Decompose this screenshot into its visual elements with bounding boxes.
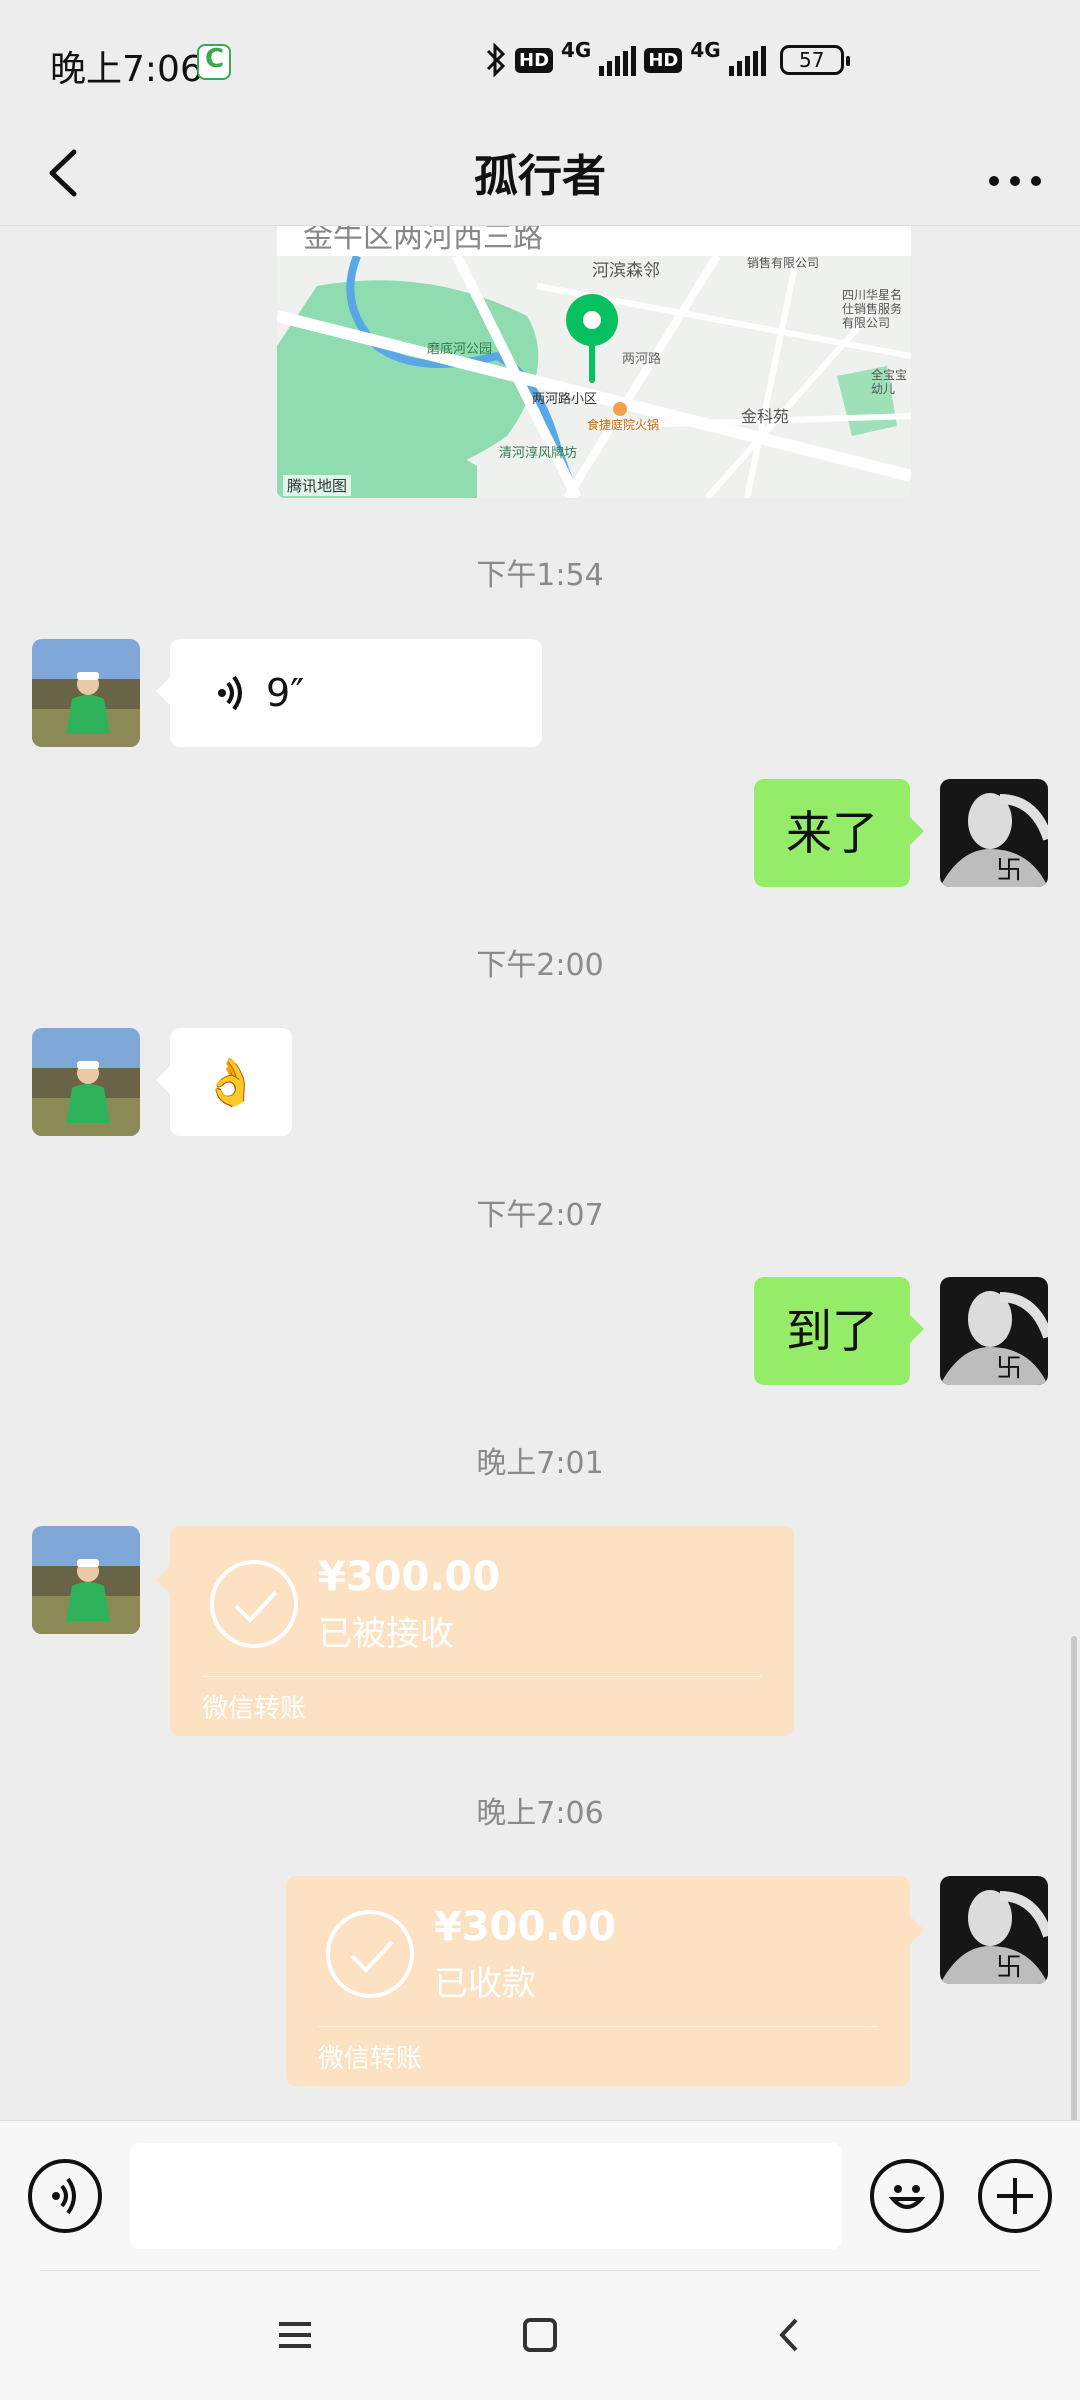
signal-icon-2 bbox=[728, 44, 766, 76]
status-bar: 晚上7:06 HD 4G HD 4G 57 bbox=[0, 0, 1080, 120]
voice-play-icon bbox=[218, 675, 242, 711]
voice-icon bbox=[52, 2177, 76, 2215]
check-icon bbox=[210, 1560, 298, 1648]
network-type-2: 4G bbox=[690, 38, 721, 62]
check-icon bbox=[326, 1910, 414, 1998]
map-label-restaurant: 食捷庭院火锅 bbox=[587, 418, 660, 432]
network-type: 4G bbox=[561, 38, 592, 62]
scrollbar[interactable] bbox=[1071, 1636, 1077, 2120]
time-label: 下午2:00 bbox=[476, 948, 604, 983]
more-button[interactable] bbox=[980, 140, 1050, 210]
map-label-company: 四川华星名仕销售服务有限公司 bbox=[842, 288, 903, 330]
time-label: 晚上7:01 bbox=[476, 1446, 604, 1481]
transfer-label: 微信转账 bbox=[318, 2044, 423, 2074]
input-bar bbox=[0, 2120, 1080, 2270]
divider bbox=[40, 2270, 1040, 2271]
app-notification-icon bbox=[197, 44, 231, 80]
battery-icon: 57 bbox=[779, 45, 850, 75]
my-avatar[interactable]: 卐 bbox=[940, 1277, 1048, 1385]
time-label: 下午2:07 bbox=[476, 1198, 604, 1233]
hd-badge: HD bbox=[515, 47, 554, 73]
contact-avatar[interactable] bbox=[32, 639, 140, 747]
status-time: 晚上7:06 bbox=[50, 49, 203, 90]
transfer-card[interactable]: ¥300.00 已被接收 微信转账 bbox=[156, 1526, 794, 1736]
transfer-label: 微信转账 bbox=[202, 1694, 307, 1724]
map-address: 金牛区两河西三路 bbox=[277, 226, 911, 256]
more-dots-icon bbox=[989, 176, 1041, 186]
message-input[interactable] bbox=[130, 2143, 842, 2249]
nav-back-icon bbox=[779, 2318, 798, 2352]
menu-button[interactable] bbox=[270, 2310, 320, 2360]
transfer-status: 已被接收 bbox=[318, 1614, 454, 1654]
map-label-park: 磨底河公园 bbox=[427, 342, 493, 357]
map-label-road: 两河路 bbox=[622, 352, 662, 367]
emoji-button[interactable] bbox=[870, 2159, 944, 2233]
chat-header: 孤行者 bbox=[0, 120, 1080, 226]
status-indicators: HD 4G HD 4G 57 bbox=[485, 38, 850, 82]
bluetooth-icon bbox=[486, 42, 506, 78]
voice-message[interactable]: 9″ bbox=[156, 639, 542, 747]
divider bbox=[202, 1676, 762, 1677]
signal-icon bbox=[599, 44, 637, 76]
map-label-kindergarten: 全宝宝幼儿 bbox=[871, 368, 908, 396]
map-label-sales: 销售有限公司 bbox=[747, 256, 820, 270]
map-label-jinkeyuan: 金科苑 bbox=[741, 407, 790, 426]
my-text-message[interactable]: 到了 bbox=[754, 1277, 924, 1385]
chat-messages[interactable]: 金牛区两河西三路 河滨森邻 磨底河公园 两河路 两河路小区 食捷庭院火锅 金科苑… bbox=[0, 226, 1080, 2120]
my-avatar[interactable]: 卐 bbox=[940, 1876, 1048, 1984]
plus-icon bbox=[997, 2178, 1033, 2214]
map-label-community: 两河路小区 bbox=[532, 392, 598, 407]
transfer-amount: ¥300.00 bbox=[318, 1554, 501, 1600]
svg-text:卐: 卐 bbox=[996, 1953, 1022, 1983]
transfer-card[interactable]: ¥300.00 已收款 微信转账 bbox=[286, 1876, 924, 2086]
menu-icon bbox=[279, 2322, 311, 2348]
map-label-river: 河滨森邻 bbox=[592, 261, 660, 281]
emoji-icon bbox=[888, 2185, 926, 2209]
map-label-qinghe: 清河淳风牌坊 bbox=[499, 446, 578, 461]
my-avatar[interactable]: 卐 bbox=[940, 779, 1048, 887]
contact-avatar[interactable] bbox=[32, 1028, 140, 1136]
my-text-message[interactable]: 来了 bbox=[754, 779, 924, 887]
contact-avatar[interactable] bbox=[32, 1526, 140, 1634]
home-button[interactable] bbox=[515, 2310, 565, 2360]
nav-back-button[interactable] bbox=[766, 2310, 816, 2360]
svg-text:卐: 卐 bbox=[996, 1354, 1022, 1384]
emoji-message[interactable]: 👌 bbox=[156, 1028, 292, 1136]
map-credit: 腾讯地图 bbox=[283, 475, 352, 496]
svg-text:卐: 卐 bbox=[996, 856, 1022, 886]
plus-button[interactable] bbox=[978, 2159, 1052, 2233]
hd-badge-2: HD bbox=[644, 47, 683, 73]
chat-title: 孤行者 bbox=[474, 151, 606, 202]
voice-duration: 9″ bbox=[266, 671, 305, 715]
transfer-status: 已收款 bbox=[434, 1964, 536, 2004]
time-label: 下午1:54 bbox=[476, 558, 604, 593]
home-icon bbox=[523, 2318, 557, 2352]
divider bbox=[318, 2026, 878, 2027]
time-label: 晚上7:06 bbox=[476, 1796, 604, 1831]
transfer-amount: ¥300.00 bbox=[434, 1904, 617, 1950]
voice-input-button[interactable] bbox=[28, 2159, 102, 2233]
location-message[interactable]: 金牛区两河西三路 河滨森邻 磨底河公园 两河路 两河路小区 食捷庭院火锅 金科苑… bbox=[277, 226, 911, 498]
system-navigation bbox=[0, 2270, 1080, 2400]
